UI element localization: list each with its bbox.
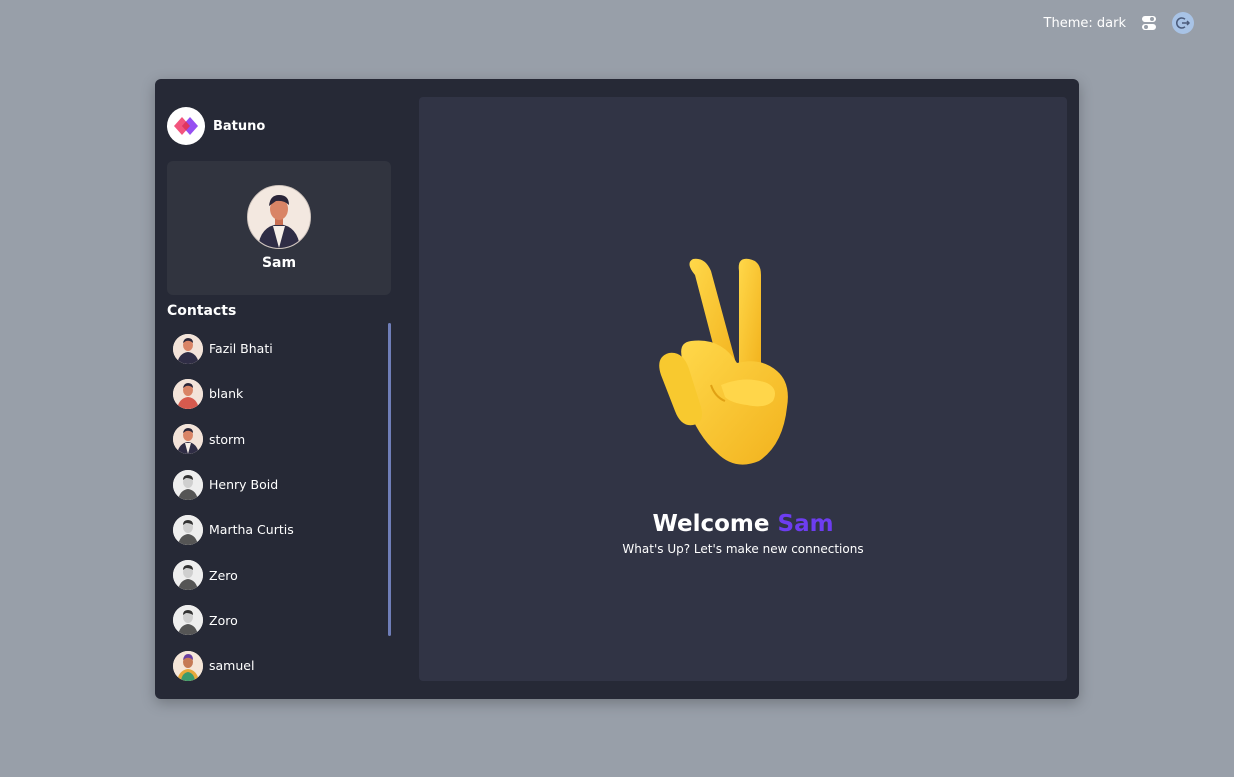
contact-item[interactable]: Zero <box>167 552 397 597</box>
theme-label: Theme: dark <box>1043 15 1126 31</box>
contact-item[interactable]: Martha Curtis <box>167 507 397 552</box>
contact-avatar <box>173 514 203 545</box>
contact-item[interactable]: Henry Boid <box>167 462 397 507</box>
brand: Batuno <box>167 107 265 145</box>
welcome-panel: Welcome Sam What's Up? Let's make new co… <box>419 97 1067 681</box>
victory-hand-icon <box>659 258 788 465</box>
contacts-scrollbar[interactable] <box>388 323 391 636</box>
contact-avatar <box>173 605 203 636</box>
contact-item[interactable]: samuel <box>167 643 397 688</box>
logout-icon <box>1176 17 1190 29</box>
contact-name: storm <box>209 431 246 447</box>
contact-avatar <box>173 424 203 455</box>
brand-name: Batuno <box>213 118 266 134</box>
welcome-prefix: Welcome <box>652 511 770 537</box>
profile-card: Sam <box>167 161 391 295</box>
contact-avatar <box>173 333 203 364</box>
contact-name: Henry Boid <box>209 477 279 493</box>
welcome-subtitle: What's Up? Let's make new connections <box>622 542 864 556</box>
contact-item[interactable]: blank <box>167 371 397 416</box>
profile-avatar[interactable] <box>247 185 311 249</box>
contact-avatar <box>173 469 203 500</box>
sidebar: Batuno Sam Contacts Fazil Bhati blank st… <box>155 79 405 699</box>
contact-name: Zero <box>209 567 238 583</box>
contacts-title: Contacts <box>167 303 237 319</box>
welcome-heading: Welcome Sam <box>419 511 1067 537</box>
contact-name: Martha Curtis <box>209 522 294 538</box>
contact-name: blank <box>209 386 244 402</box>
top-bar: Theme: dark <box>1044 12 1194 34</box>
contact-avatar <box>173 650 203 681</box>
contact-name: samuel <box>209 658 255 674</box>
welcome-user-name: Sam <box>777 511 834 537</box>
batuno-logo-icon <box>167 107 205 145</box>
contacts-list: Fazil Bhati blank storm Henry Boid Marth… <box>167 326 397 692</box>
contact-item[interactable]: storm <box>167 417 397 462</box>
contact-name: Zoro <box>209 612 238 628</box>
logout-button[interactable] <box>1172 12 1194 34</box>
contact-item[interactable]: Fazil Bhati <box>167 326 397 371</box>
profile-name: Sam <box>261 255 297 271</box>
contact-avatar <box>173 378 203 409</box>
theme-toggle-icon[interactable] <box>1140 14 1158 32</box>
contact-avatar <box>173 560 203 591</box>
chat-app-window: Batuno Sam Contacts Fazil Bhati blank st… <box>155 79 1079 699</box>
contact-name: Fazil Bhati <box>209 341 273 357</box>
contact-item[interactable]: Zoro <box>167 598 397 643</box>
